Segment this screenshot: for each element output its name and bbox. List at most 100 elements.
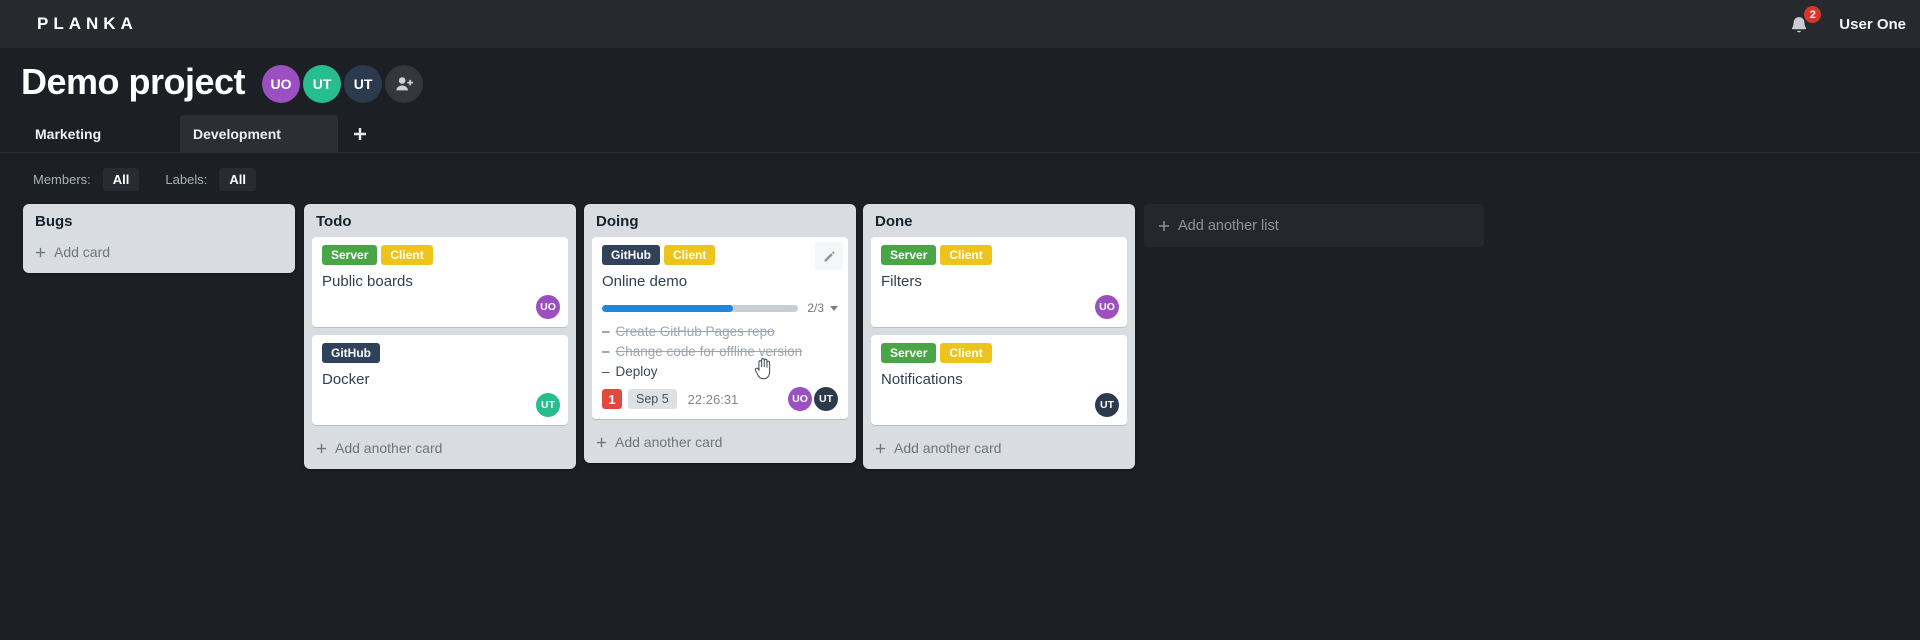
card-docker[interactable]: GitHub Docker UT: [312, 335, 568, 425]
due-date-badge[interactable]: Sep 5: [628, 389, 677, 409]
planka-logo[interactable]: PLANKA: [37, 14, 138, 34]
member-avatar[interactable]: UO: [262, 64, 301, 103]
progress-count: 2/3: [807, 301, 824, 315]
project-title[interactable]: Demo project: [21, 61, 246, 103]
card-member: UO: [1095, 295, 1119, 319]
task-text: Deploy: [615, 364, 658, 379]
plus-icon: [1159, 220, 1169, 231]
label-github: GitHub: [602, 245, 660, 265]
add-card-label: Add another card: [615, 434, 723, 450]
list-title[interactable]: Todo: [304, 204, 576, 237]
member-avatar: UO: [1095, 295, 1119, 319]
task-item[interactable]: – Create GitHub Pages repo: [602, 322, 838, 342]
card-notifications[interactable]: Server Client Notifications UT: [871, 335, 1127, 425]
board: Bugs Add card Todo Server Client Public …: [0, 204, 1920, 640]
card-labels: Server Client: [881, 343, 1117, 363]
add-board-button[interactable]: [338, 115, 382, 152]
label-client: Client: [381, 245, 433, 265]
list-title[interactable]: Doing: [584, 204, 856, 237]
card-title: Public boards: [322, 273, 413, 290]
notifications-button[interactable]: 2: [1789, 6, 1822, 36]
members-filter-value[interactable]: All: [102, 167, 140, 191]
add-another-card-button[interactable]: Add another card: [863, 433, 1135, 465]
tab-development[interactable]: Development: [180, 115, 338, 152]
member-avatar: UT: [814, 387, 838, 411]
task-text: Change code for offline version: [615, 344, 803, 359]
plus-icon: [875, 443, 886, 453]
task-item[interactable]: – Deploy: [602, 362, 838, 382]
task-list: – Create GitHub Pages repo – Change code…: [602, 322, 838, 382]
progress-bar: [602, 304, 799, 312]
card-filters[interactable]: Server Client Filters UO: [871, 237, 1127, 327]
card-title: Filters: [881, 273, 922, 290]
member-avatar: UT: [536, 393, 560, 417]
member-avatar: UO: [788, 387, 812, 411]
plus-icon: [596, 437, 607, 447]
card-labels: Server Client: [881, 245, 1117, 265]
card-edit-button[interactable]: [815, 242, 843, 270]
label-server: Server: [881, 245, 937, 265]
timer-value[interactable]: 22:26:31: [688, 392, 739, 407]
add-card-label: Add another card: [335, 440, 443, 456]
member-avatar: UO: [536, 295, 560, 319]
chevron-down-icon[interactable]: [830, 305, 838, 311]
add-another-card-button[interactable]: Add another card: [584, 427, 856, 459]
card-online-demo[interactable]: GitHub Client Online demo 2/3 – Create G…: [592, 237, 848, 419]
card-member: UT: [536, 393, 560, 417]
label-server: Server: [881, 343, 937, 363]
pencil-icon: [824, 251, 834, 261]
add-list-button[interactable]: Add another list: [1144, 204, 1484, 247]
task-bullet: –: [602, 344, 610, 359]
add-card-label: Add another card: [894, 440, 1002, 456]
card-labels: GitHub Client: [602, 245, 838, 265]
user-menu[interactable]: User One: [1839, 16, 1906, 33]
member-avatar: UT: [1095, 393, 1119, 417]
tab-marketing[interactable]: Marketing: [22, 115, 180, 152]
progress-bar-fill: [602, 304, 733, 312]
top-bar: PLANKA 2 User One: [0, 0, 1920, 48]
labels-filter-label: Labels:: [165, 171, 208, 187]
project-header: Demo project UO UT UT: [0, 48, 1920, 106]
card-members: UO UT: [788, 387, 838, 411]
task-bullet: –: [602, 324, 610, 339]
card-member: UO: [536, 295, 560, 319]
notification-count-badge: 2: [1804, 6, 1822, 23]
tasks-progress: 2/3: [602, 301, 838, 315]
label-client: Client: [940, 343, 992, 363]
label-client: Client: [664, 245, 716, 265]
top-bar-right: 2 User One: [1789, 6, 1906, 36]
list-title[interactable]: Done: [863, 204, 1135, 237]
plus-icon: [316, 443, 327, 453]
card-meta-row: 1 Sep 5 22:26:31 UO UT: [602, 387, 838, 411]
member-avatar[interactable]: UT: [344, 64, 383, 103]
project-members: UO UT UT: [262, 64, 424, 103]
add-card-label: Add card: [54, 244, 111, 260]
planka-app: PLANKA 2 User One Demo project UO UT UT: [0, 0, 1920, 640]
card-stack: Server Client Filters UO Server Client N…: [863, 237, 1135, 425]
member-avatar[interactable]: UT: [303, 64, 342, 103]
add-another-card-button[interactable]: Add another card: [304, 433, 576, 465]
card-labels: GitHub: [322, 343, 558, 363]
list-done: Done Server Client Filters UO Server Cli…: [863, 204, 1135, 469]
add-card-button[interactable]: Add card: [23, 237, 295, 269]
card-labels: Server Client: [322, 245, 558, 265]
card-stack: GitHub Client Online demo 2/3 – Create G…: [584, 237, 856, 419]
tab-label: Marketing: [35, 125, 102, 142]
card-public-boards[interactable]: Server Client Public boards UO: [312, 237, 568, 327]
list-bugs: Bugs Add card: [23, 204, 295, 273]
labels-filter-value[interactable]: All: [219, 167, 256, 191]
members-filter-label: Members:: [33, 171, 91, 187]
card-title: Online demo: [602, 273, 688, 290]
task-text: Create GitHub Pages repo: [615, 324, 775, 339]
board-tabs: Marketing Development: [0, 115, 1920, 153]
add-member-button[interactable]: [385, 64, 424, 103]
tab-label: Development: [193, 125, 281, 142]
label-server: Server: [322, 245, 378, 265]
filter-bar: Members: All Labels: All: [0, 167, 1920, 191]
card-title: Notifications: [881, 371, 963, 388]
task-item[interactable]: – Change code for offline version: [602, 342, 838, 362]
list-title[interactable]: Bugs: [23, 204, 295, 237]
label-github: GitHub: [322, 343, 380, 363]
card-stack: Server Client Public boards UO GitHub Do…: [304, 237, 576, 425]
person-plus-icon: [396, 76, 413, 90]
